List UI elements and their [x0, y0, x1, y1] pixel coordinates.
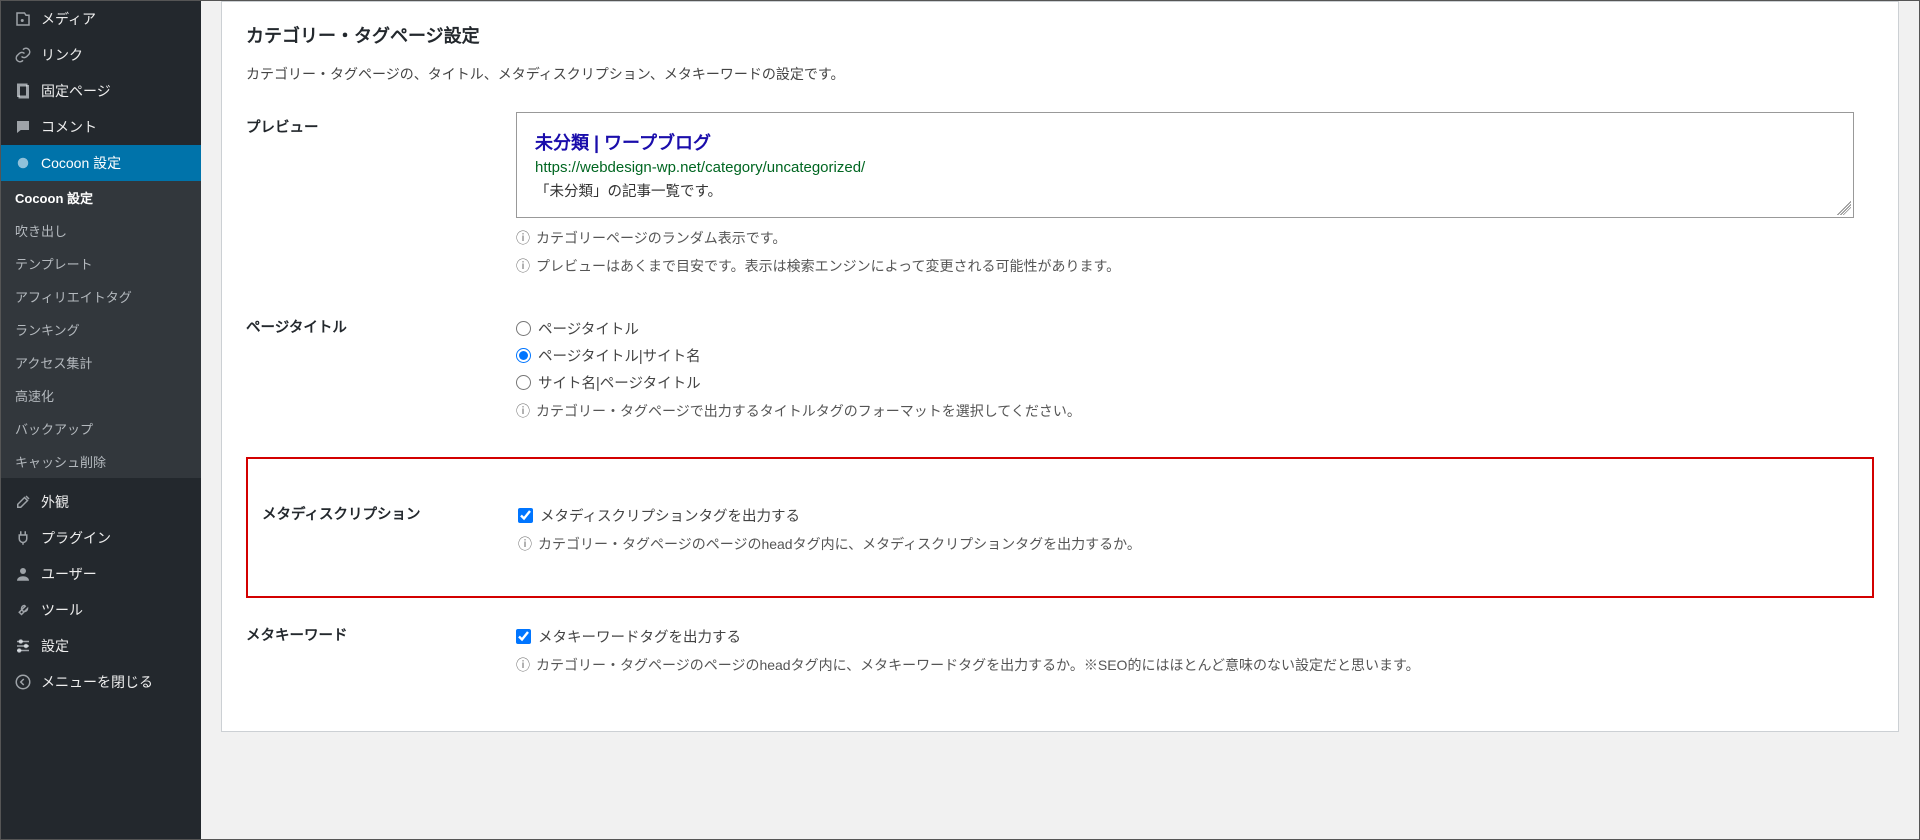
sliders-icon [13, 636, 33, 656]
preview-info-1: ⓘ カテゴリーページのランダム表示です。 [516, 228, 1854, 248]
checkbox-input-meta-keyword[interactable] [516, 629, 531, 644]
dot-icon [13, 153, 33, 173]
page-title-info: ⓘ カテゴリー・タグページで出力するタイトルタグのフォーマットを選択してください… [516, 401, 1854, 421]
preview-snippet: 「未分類」の記事一覧です。 [535, 180, 1835, 201]
meta-keyword-info: ⓘ カテゴリー・タグページのページのheadタグ内に、メタキーワードタグを出力す… [516, 655, 1854, 675]
sidebar-item-label: 外観 [41, 492, 69, 512]
sidebar-item-label: 固定ページ [41, 81, 111, 101]
page-icon [13, 81, 33, 101]
meta-keyword-info-text: カテゴリー・タグページのページのheadタグ内に、メタキーワードタグを出力するか… [536, 655, 1420, 675]
meta-description-label: メタディスクリプション [248, 499, 518, 524]
sidebar-sub-speed[interactable]: 高速化 [1, 379, 201, 412]
sidebar-item-settings[interactable]: 設定 [1, 628, 201, 664]
sidebar-item-tools[interactable]: ツール [1, 592, 201, 628]
sidebar-sub-backup[interactable]: バックアップ [1, 412, 201, 445]
preview-title: 未分類 | ワープブログ [535, 129, 1835, 155]
admin-sidebar: メディア リンク 固定ページ コメント Cocoon 設定 Cocoon 設定 … [1, 1, 201, 839]
plugin-icon [13, 528, 33, 548]
row-page-title: ページタイトル ページタイトル ページタイトル|サイト名 サイト名|ページ [246, 312, 1874, 423]
checkbox-label: メタキーワードタグを出力する [538, 626, 741, 647]
comment-icon [13, 117, 33, 137]
preview-label: プレビュー [246, 112, 516, 137]
sidebar-item-label: 設定 [41, 636, 69, 656]
sidebar-item-collapse[interactable]: メニューを閉じる [1, 664, 201, 700]
preview-box: 未分類 | ワープブログ https://webdesign-wp.net/ca… [516, 112, 1854, 218]
radio-label: サイト名|ページタイトル [538, 372, 701, 393]
info-icon: ⓘ [518, 534, 532, 554]
sidebar-sub-cache-delete[interactable]: キャッシュ削除 [1, 445, 201, 478]
wrench-icon [13, 600, 33, 620]
settings-panel: カテゴリー・タグページ設定 カテゴリー・タグページの、タイトル、メタディスクリプ… [221, 1, 1899, 732]
sidebar-submenu: Cocoon 設定 吹き出し テンプレート アフィリエイトタグ ランキング アク… [1, 181, 201, 478]
info-icon: ⓘ [516, 256, 530, 276]
link-icon [13, 45, 33, 65]
sidebar-sub-balloon[interactable]: 吹き出し [1, 214, 201, 247]
preview-url: https://webdesign-wp.net/category/uncate… [535, 159, 1835, 176]
page-title-info-text: カテゴリー・タグページで出力するタイトルタグのフォーマットを選択してください。 [536, 401, 1081, 421]
page-title-label: ページタイトル [246, 312, 516, 337]
sidebar-item-plugins[interactable]: プラグイン [1, 520, 201, 556]
user-icon [13, 564, 33, 584]
checkbox-label: メタディスクリプションタグを出力する [540, 505, 800, 526]
sidebar-item-pages[interactable]: 固定ページ [1, 73, 201, 109]
sidebar-item-label: ユーザー [41, 564, 97, 584]
info-icon: ⓘ [516, 228, 530, 248]
sidebar-sub-ranking[interactable]: ランキング [1, 313, 201, 346]
meta-description-info: ⓘ カテゴリー・タグページのページのheadタグ内に、メタディスクリプションタグ… [518, 534, 1852, 554]
sidebar-sub-cocoon-settings[interactable]: Cocoon 設定 [1, 181, 201, 214]
sidebar-item-label: コメント [41, 117, 97, 137]
radio-input-site-page-title[interactable] [516, 375, 531, 390]
section-description: カテゴリー・タグページの、タイトル、メタディスクリプション、メタキーワードの設定… [246, 64, 1874, 84]
sidebar-item-appearance[interactable]: 外観 [1, 484, 201, 520]
sidebar-sub-template[interactable]: テンプレート [1, 247, 201, 280]
sidebar-item-cocoon-settings[interactable]: Cocoon 設定 [1, 145, 201, 181]
row-meta-keyword: メタキーワード メタキーワードタグを出力する ⓘ カテゴリー・タグページのページ… [246, 620, 1874, 677]
meta-description-info-text: カテゴリー・タグページのページのheadタグ内に、メタディスクリプションタグを出… [538, 534, 1141, 554]
info-icon: ⓘ [516, 401, 530, 421]
sidebar-item-label: ツール [41, 600, 83, 620]
resize-handle[interactable] [1837, 201, 1851, 215]
checkbox-meta-keyword[interactable]: メタキーワードタグを出力する [516, 626, 1854, 647]
checkbox-meta-description[interactable]: メタディスクリプションタグを出力する [518, 505, 1852, 526]
preview-info-2: ⓘ プレビューはあくまで目安です。表示は検索エンジンによって変更される可能性があ… [516, 256, 1854, 276]
sidebar-item-comments[interactable]: コメント [1, 109, 201, 145]
info-icon: ⓘ [516, 655, 530, 675]
radio-label: ページタイトル|サイト名 [538, 345, 701, 366]
sidebar-item-label: メニューを閉じる [41, 672, 153, 692]
preview-info-2-text: プレビューはあくまで目安です。表示は検索エンジンによって変更される可能性がありま… [536, 256, 1120, 276]
radio-input-page-title-only[interactable] [516, 321, 531, 336]
main-content: カテゴリー・タグページ設定 カテゴリー・タグページの、タイトル、メタディスクリプ… [201, 1, 1919, 839]
checkbox-input-meta-description[interactable] [518, 508, 533, 523]
radio-page-title-only[interactable]: ページタイトル [516, 318, 1854, 339]
sidebar-item-label: リンク [41, 45, 83, 65]
sidebar-item-label: メディア [41, 9, 96, 29]
radio-site-page-title[interactable]: サイト名|ページタイトル [516, 372, 1854, 393]
sidebar-item-label: Cocoon 設定 [41, 153, 121, 173]
sidebar-item-label: プラグイン [41, 528, 111, 548]
sidebar-sub-access-count[interactable]: アクセス集計 [1, 346, 201, 379]
sidebar-item-links[interactable]: リンク [1, 37, 201, 73]
section-title: カテゴリー・タグページ設定 [246, 22, 1874, 48]
brush-icon [13, 492, 33, 512]
row-meta-description: メタディスクリプション メタディスクリプションタグを出力する ⓘ カテゴリー・タ… [246, 457, 1874, 598]
radio-label: ページタイトル [538, 318, 639, 339]
media-icon [13, 9, 33, 29]
sidebar-item-users[interactable]: ユーザー [1, 556, 201, 592]
meta-keyword-label: メタキーワード [246, 620, 516, 645]
radio-input-page-title-site[interactable] [516, 348, 531, 363]
sidebar-item-media[interactable]: メディア [1, 1, 201, 37]
row-preview: プレビュー 未分類 | ワープブログ https://webdesign-wp.… [246, 112, 1874, 278]
preview-info-1-text: カテゴリーページのランダム表示です。 [536, 228, 786, 248]
radio-page-title-site[interactable]: ページタイトル|サイト名 [516, 345, 1854, 366]
sidebar-sub-affiliate-tag[interactable]: アフィリエイトタグ [1, 280, 201, 313]
collapse-icon [13, 672, 33, 692]
